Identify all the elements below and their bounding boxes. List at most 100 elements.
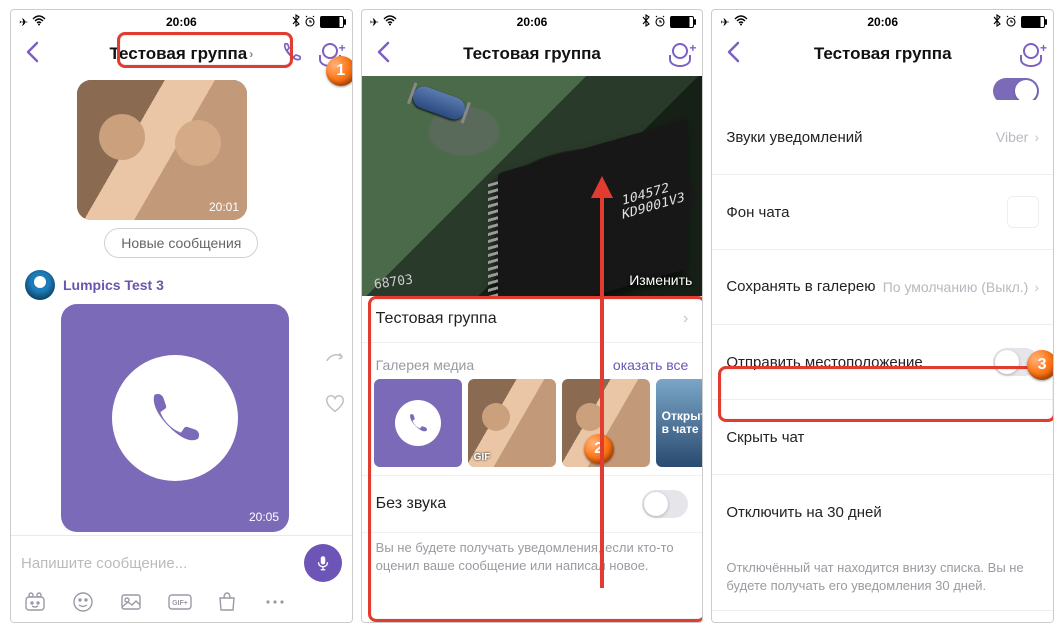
chevron-right-icon: › (249, 47, 253, 61)
snooze-hint: Отключённый чат находится внизу списка. … (712, 549, 1053, 611)
shop-icon[interactable] (215, 590, 239, 614)
call-button[interactable] (280, 40, 304, 69)
settings-title: Тестовая группа (814, 44, 952, 64)
status-bar: ✈ 20:06 (362, 10, 703, 32)
mute-label: Без звука (376, 495, 447, 513)
chat-background-label: Фон чата (726, 204, 789, 221)
back-button[interactable] (370, 39, 398, 70)
mute-row[interactable]: Без звука (362, 475, 703, 533)
change-cover-button[interactable]: Изменить (629, 272, 692, 288)
battery-icon (670, 16, 694, 28)
sender-name[interactable]: Lumpics Test 3 (63, 277, 164, 293)
voice-message-button[interactable] (304, 544, 342, 582)
like-icon[interactable] (324, 393, 346, 420)
chevron-right-icon: › (1034, 129, 1039, 145)
status-bar: ✈ 20:06 (712, 10, 1053, 32)
status-bar: ✈ 20:06 (11, 10, 352, 32)
chat-title[interactable]: Тестовая группа › (109, 44, 253, 64)
mute-toggle[interactable] (642, 490, 688, 518)
send-location-label: Отправить местоположение (726, 354, 922, 371)
hide-chat-row[interactable]: Скрыть чат (712, 400, 1053, 475)
group-name-label: Тестовая группа (376, 310, 497, 328)
open-in-chat-tile[interactable]: Открыть в чате (656, 379, 703, 467)
send-location-row[interactable]: Отправить местоположение (712, 325, 1053, 400)
add-participant-button[interactable]: + (668, 43, 694, 65)
step-marker-3: 3 (1027, 350, 1054, 380)
chat-background-swatch (1007, 196, 1039, 228)
chevron-right-icon: › (1034, 279, 1039, 295)
mute-note: Вы не будете получать уведомления, если … (362, 533, 703, 588)
step-marker-1: 1 (326, 56, 353, 86)
save-to-gallery-label: Сохранять в галерею (726, 278, 875, 296)
message-time: 20:01 (209, 200, 239, 214)
new-messages-pill[interactable]: Новые сообщения (104, 228, 258, 258)
alarm-icon (1005, 15, 1017, 30)
show-all-link[interactable]: оказать все (613, 357, 688, 373)
status-time: 20:06 (166, 15, 197, 29)
status-time: 20:06 (517, 15, 548, 29)
notification-sounds-label: Звуки уведомлений (726, 129, 862, 146)
step-marker-2: 2 (584, 434, 614, 464)
wifi-icon (734, 15, 748, 29)
message-composer: Напишите сообщение... GIF+ (11, 535, 352, 622)
snooze-30-row[interactable]: Отключить на 30 дней (712, 475, 1053, 549)
phone-screen-3: ✈ 20:06 Тестовая группа + Звуки уведомле… (711, 9, 1054, 623)
media-strip[interactable]: GIF Открыть в чате (362, 379, 703, 475)
alarm-icon (304, 15, 316, 30)
nav-bar: Тестовая группа › + (11, 32, 352, 76)
chat-title-text: Тестовая группа (109, 44, 247, 64)
chevron-right-icon: › (683, 310, 688, 328)
info-title: Тестовая группа (463, 44, 601, 64)
media-gallery-header: Галерея медиа оказать все (362, 343, 703, 379)
sticker-icon[interactable] (23, 590, 47, 614)
chat-background-row[interactable]: Фон чата (712, 175, 1053, 250)
back-button[interactable] (19, 39, 47, 70)
alarm-icon (654, 15, 666, 30)
notification-sounds-row[interactable]: Звуки уведомлений Viber › (712, 100, 1053, 175)
sender-row: Lumpics Test 3 (11, 270, 352, 300)
more-icon[interactable] (263, 590, 287, 614)
airplane-mode-icon: ✈ (19, 16, 28, 29)
gallery-icon[interactable] (119, 590, 143, 614)
viber-logo-icon (140, 383, 210, 453)
share-icon[interactable] (324, 348, 346, 375)
nav-bar: Тестовая группа + (712, 32, 1053, 76)
airplane-mode-icon: ✈ (720, 16, 729, 29)
group-cover-image[interactable]: 104572KD9001V3 68703 Изменить (362, 76, 703, 296)
gif-icon[interactable]: GIF+ (167, 590, 191, 614)
media-thumb[interactable] (374, 379, 462, 467)
snooze-30-label: Отключить на 30 дней (726, 504, 881, 521)
wifi-icon (383, 15, 397, 29)
battery-icon (1021, 16, 1045, 28)
svg-text:GIF+: GIF+ (172, 600, 188, 607)
sticker-message[interactable]: 20:05 (61, 304, 289, 532)
back-button[interactable] (720, 39, 748, 70)
nav-bar: Тестовая группа + (362, 32, 703, 76)
group-name-row[interactable]: Тестовая группа › (362, 296, 703, 343)
clear-chat-row[interactable]: Очистить чат (712, 611, 1053, 622)
phone-screen-2: ✈ 20:06 Тестовая группа + 104572KD9001V3… (361, 9, 704, 623)
status-time: 20:06 (867, 15, 898, 29)
message-image[interactable]: 20:01 (77, 80, 247, 220)
bluetooth-icon (292, 14, 300, 30)
message-input[interactable]: Напишите сообщение... (21, 555, 296, 572)
settings-title-text: Тестовая группа (814, 44, 952, 64)
save-to-gallery-value: По умолчанию (Выкл.) (883, 279, 1029, 295)
notification-sounds-value: Viber (996, 129, 1028, 145)
toggle-on[interactable] (993, 78, 1039, 100)
media-gallery-label: Галерея медиа (376, 357, 474, 373)
bluetooth-icon (642, 14, 650, 30)
info-title-text: Тестовая группа (463, 44, 601, 64)
sender-avatar[interactable] (25, 270, 55, 300)
gif-badge: GIF (474, 452, 491, 463)
wifi-icon (32, 15, 46, 29)
emoji-icon[interactable] (71, 590, 95, 614)
bluetooth-icon (993, 14, 1001, 30)
airplane-mode-icon: ✈ (370, 16, 379, 29)
phone-screen-1: ✈ 20:06 Тестовая группа › (10, 9, 353, 623)
sticker-time: 20:05 (249, 510, 279, 524)
media-thumb-gif[interactable]: GIF (468, 379, 556, 467)
add-participant-button[interactable]: + (1019, 43, 1045, 65)
save-to-gallery-row[interactable]: Сохранять в галерею По умолчанию (Выкл.)… (712, 250, 1053, 325)
partial-toggle-row (712, 76, 1053, 100)
